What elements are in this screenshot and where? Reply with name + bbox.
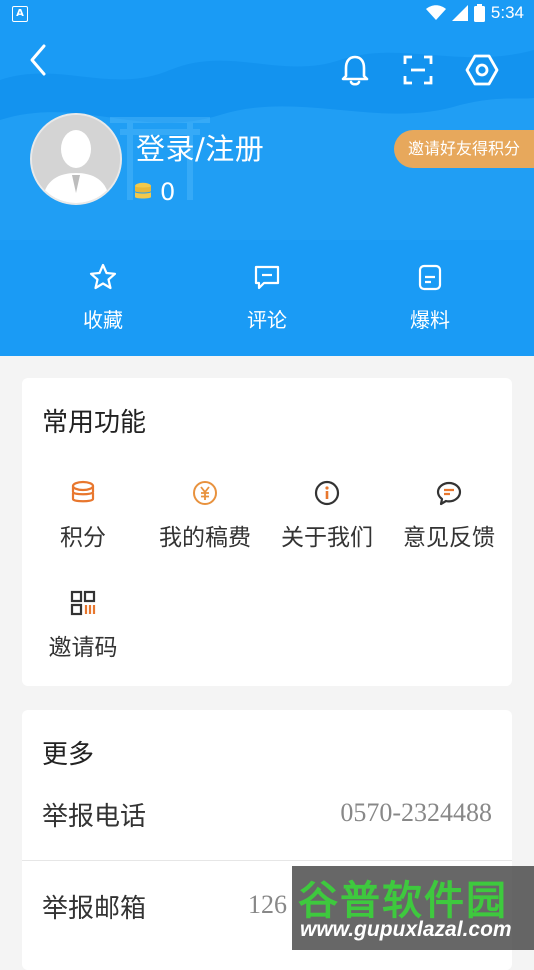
info-icon [314,480,340,506]
feedback-icon [436,481,462,506]
function-label: 我的稿费 [159,525,251,551]
row-divider [22,860,512,861]
avatar[interactable] [30,113,122,205]
battery-icon [473,4,485,22]
settings-icon[interactable] [464,52,500,88]
function-label: 关于我们 [281,525,373,551]
function-invite-code[interactable]: 邀请码 [22,588,144,662]
function-label: 邀请码 [48,635,118,661]
quick-action-label: 评论 [247,308,287,332]
quick-action-tipoff[interactable]: 爆料 [370,262,490,333]
report-phone-value[interactable]: 0570-2324488 [340,798,492,828]
quick-action-comments[interactable]: 评论 [207,262,327,333]
app-badge-icon: A [12,6,28,22]
report-email-value[interactable]: 126 [248,890,287,920]
more-title: 更多 [42,740,95,770]
bell-icon[interactable] [337,52,373,88]
function-my-fees[interactable]: 我的稿费 [144,478,266,552]
report-phone-label: 举报电话 [42,802,147,832]
qr-code-icon [70,590,96,616]
points-value: 0 [160,178,176,206]
login-register-link[interactable]: 登录/注册 [136,126,264,168]
comment-icon [254,265,280,290]
function-points[interactable]: 积分 [22,478,144,552]
quick-action-label: 爆料 [410,308,450,332]
status-bar: A 5:34 [0,0,534,28]
signal-icon [451,5,468,21]
watermark-url: www.gupuxlazal.com [300,918,512,941]
scan-icon[interactable] [400,52,436,88]
common-functions-title: 常用功能 [42,408,147,438]
function-feedback[interactable]: 意见反馈 [388,478,510,552]
points-summary[interactable]: 0 [134,178,175,206]
back-arrow-icon[interactable] [24,40,56,80]
function-label: 意见反馈 [403,525,495,551]
function-label: 积分 [60,525,106,551]
default-user-icon [32,115,120,203]
site-watermark: 谷普软件园 www.gupuxlazal.com [292,866,534,950]
wifi-icon [425,5,446,20]
coins-icon [71,480,95,503]
profile-header: A 5:34 登录/注册 0 邀请好友得积分 收藏 评论 爆料 [0,0,534,356]
coin-icon [135,182,151,199]
invite-friends-button[interactable]: 邀请好友得积分 [394,130,534,168]
status-time: 5:34 [490,3,524,22]
function-about-us[interactable]: 关于我们 [266,478,388,552]
tipoff-icon [418,264,442,291]
common-functions-card: 常用功能 积分 我的稿费 关于我们 意见反馈 邀请码 [22,378,512,686]
yuan-icon [193,481,217,505]
quick-action-favorites[interactable]: 收藏 [43,262,163,333]
quick-action-label: 收藏 [83,308,123,332]
star-icon [89,263,117,290]
report-email-label: 举报邮箱 [42,894,147,924]
